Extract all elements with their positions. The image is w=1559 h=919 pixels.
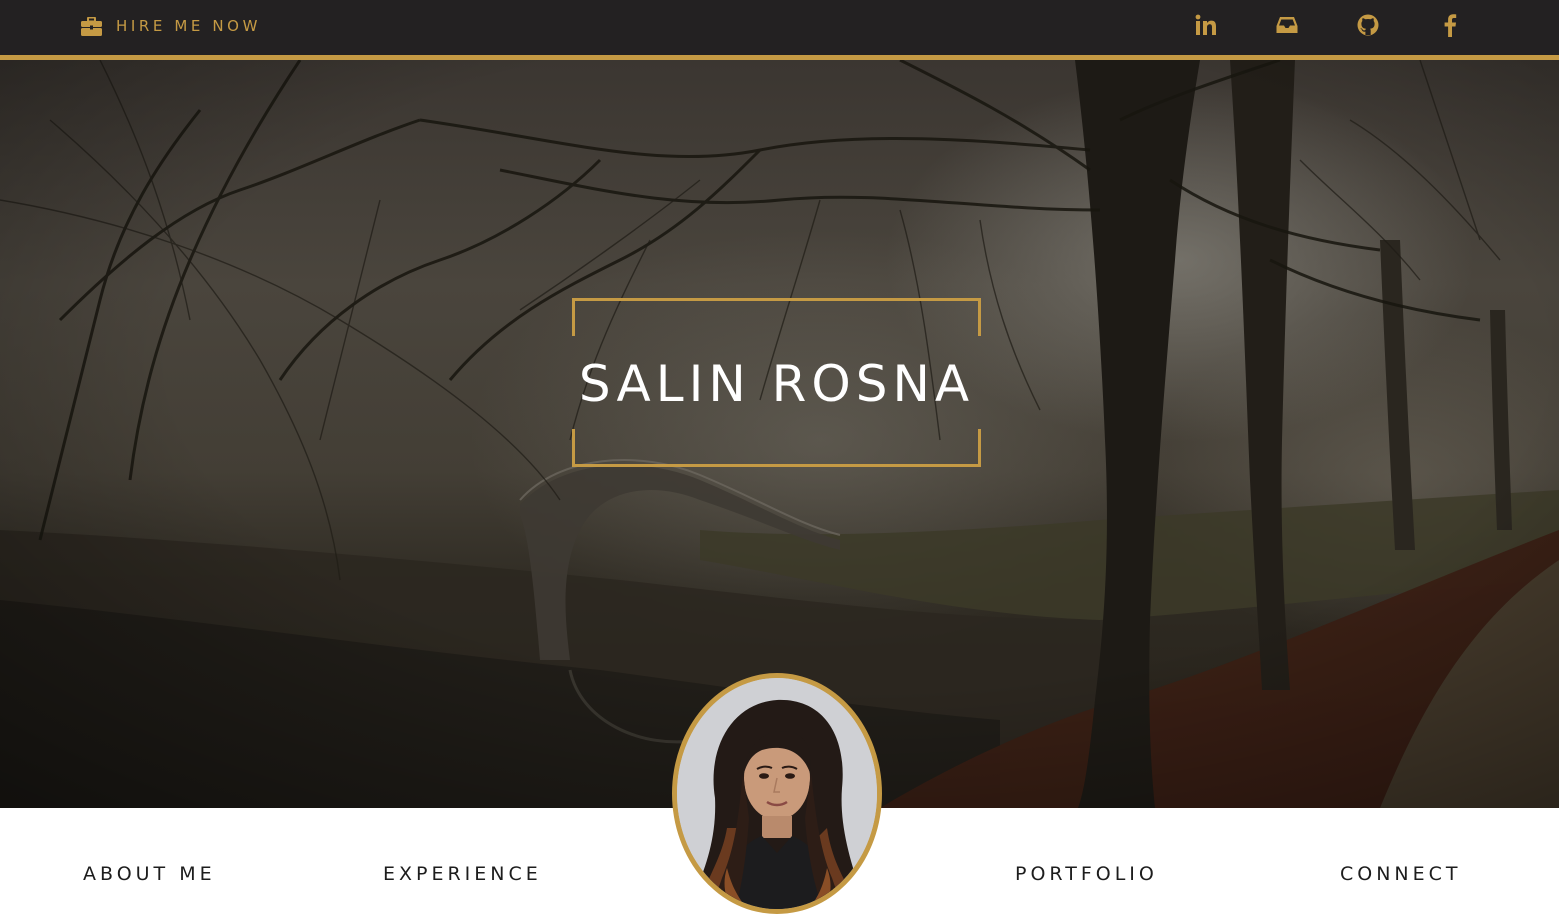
linkedin-link[interactable]	[1193, 12, 1219, 38]
frame-bottom-bracket	[572, 429, 981, 467]
inbox-icon	[1276, 15, 1298, 35]
github-link[interactable]	[1355, 12, 1381, 38]
briefcase-icon	[81, 16, 102, 36]
facebook-icon	[1443, 13, 1457, 37]
profile-avatar	[672, 673, 882, 914]
inbox-link[interactable]	[1274, 12, 1300, 38]
linkedin-icon	[1195, 14, 1217, 36]
hero-title: SALIN ROSNA	[578, 355, 975, 413]
facebook-link[interactable]	[1437, 12, 1463, 38]
nav-connect[interactable]: CONNECT	[1340, 862, 1462, 886]
hire-me-button[interactable]: HIRE ME NOW	[81, 14, 261, 38]
nav-experience[interactable]: EXPERIENCE	[383, 862, 542, 886]
nav-portfolio[interactable]: PORTFOLIO	[1015, 862, 1158, 886]
hire-me-label: HIRE ME NOW	[116, 17, 262, 35]
github-icon	[1357, 14, 1379, 36]
frame-top-bracket	[572, 298, 981, 336]
nav-about-me[interactable]: ABOUT ME	[83, 862, 216, 886]
